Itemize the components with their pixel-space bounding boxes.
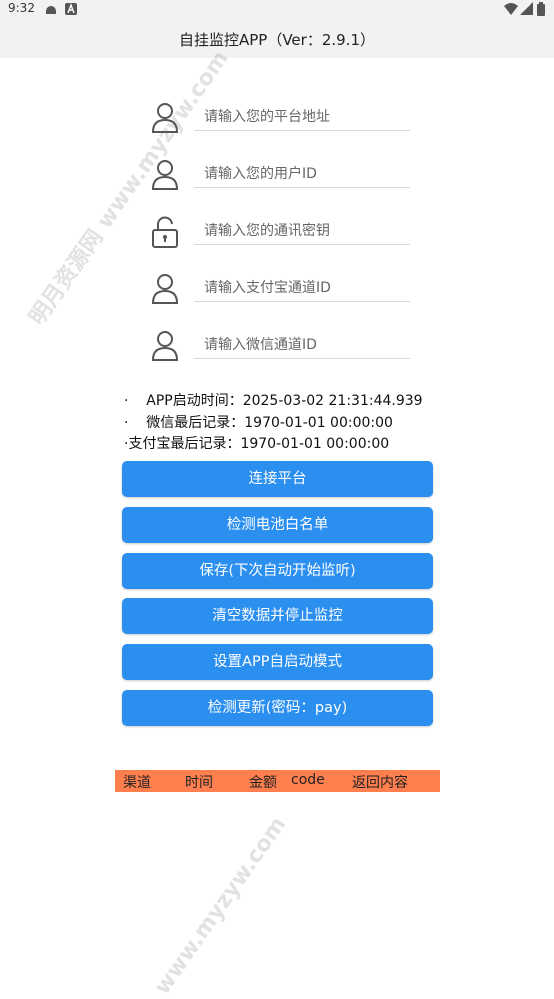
android-icon xyxy=(46,6,56,14)
wifi-icon xyxy=(504,3,518,15)
battery-whitelist-button[interactable]: 检测电池白名单 xyxy=(122,507,433,543)
user-id-row xyxy=(150,155,410,195)
person-icon xyxy=(151,103,179,133)
status-bar: 9:32 xyxy=(0,0,554,20)
wechat-last-record: · 微信最后记录：1970-01-01 00:00:00 xyxy=(124,415,393,431)
alipay-channel-input[interactable] xyxy=(194,275,410,302)
unlock-icon xyxy=(152,216,178,248)
app-bar: 自挂监控APP（Ver：2.9.1） xyxy=(0,20,554,58)
person-icon xyxy=(151,274,179,304)
alipay-channel-row xyxy=(150,269,410,309)
check-update-button[interactable]: 检测更新(密码：pay) xyxy=(122,690,433,726)
wechat-channel-input[interactable] xyxy=(194,332,410,359)
column-header-response: 返回内容 xyxy=(352,775,408,791)
connect-platform-button[interactable]: 连接平台 xyxy=(122,461,433,497)
save-button[interactable]: 保存(下次自动开始监听) xyxy=(122,553,433,589)
status-time: 9:32 xyxy=(8,1,35,15)
column-header-amount: 金额 xyxy=(249,775,277,791)
user-id-input[interactable] xyxy=(194,161,410,188)
battery-icon xyxy=(537,2,545,16)
platform-address-input[interactable] xyxy=(194,104,410,131)
column-header-time: 时间 xyxy=(185,775,213,791)
alipay-last-record: ·支付宝最后记录：1970-01-01 00:00:00 xyxy=(124,436,390,452)
signal-icon xyxy=(520,2,533,15)
secret-key-input[interactable] xyxy=(194,218,410,245)
autostart-button[interactable]: 设置APP自启动模式 xyxy=(122,644,433,680)
app-title: 自挂监控APP（Ver：2.9.1） xyxy=(178,31,375,49)
column-header-channel: 渠道 xyxy=(123,775,151,791)
a-badge-icon xyxy=(65,3,77,15)
watermark-bottom: www.myzyw.com xyxy=(150,812,292,999)
person-icon xyxy=(151,331,179,361)
table-header: 渠道 时间 金额 code 返回内容 xyxy=(115,770,440,792)
clear-stop-button[interactable]: 清空数据并停止监控 xyxy=(122,598,433,634)
column-header-code: code xyxy=(291,772,325,788)
secret-key-row xyxy=(150,212,410,252)
wechat-channel-row xyxy=(150,326,410,366)
app-start-time: · APP启动时间：2025-03-02 21:31:44.939 xyxy=(124,393,423,409)
platform-address-row xyxy=(150,98,410,138)
person-icon xyxy=(151,160,179,190)
